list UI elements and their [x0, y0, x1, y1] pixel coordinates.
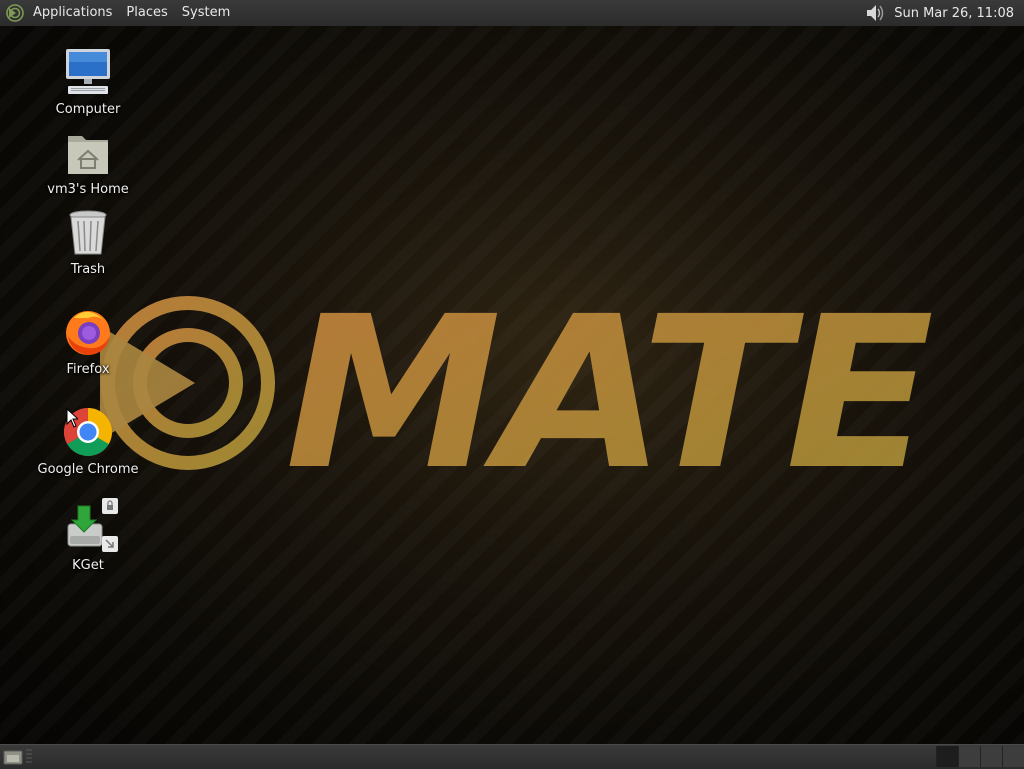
- workspace-4[interactable]: [1002, 746, 1024, 767]
- kget-icon: [67, 498, 118, 552]
- desktop-icon-label: vm3's Home: [47, 182, 129, 197]
- desktop-icon-google-chrome[interactable]: Google Chrome: [28, 406, 148, 477]
- desktop-icon-home[interactable]: vm3's Home: [28, 128, 148, 197]
- mate-logo-wallpaper: MATE: [100, 271, 936, 516]
- system-menu[interactable]: System: [175, 0, 237, 26]
- applications-menu[interactable]: Applications: [26, 0, 119, 26]
- desktop-icon-label: Trash: [70, 262, 106, 277]
- firefox-icon: [66, 311, 110, 355]
- places-menu[interactable]: Places: [119, 0, 174, 26]
- trash-icon: [69, 210, 107, 255]
- show-desktop-icon[interactable]: [2, 748, 24, 766]
- bottom-panel: [0, 744, 1024, 769]
- desktop[interactable]: MATE Computer vm3's Home Trash Firefox G…: [0, 26, 1024, 744]
- volume-icon[interactable]: [864, 3, 886, 23]
- desktop-icon-label: Firefox: [66, 362, 110, 377]
- desktop-icon-firefox[interactable]: Firefox: [28, 306, 148, 377]
- wallpaper-text: MATE: [285, 271, 932, 516]
- desktop-icon-label: KGet: [72, 558, 104, 573]
- workspace-3[interactable]: [980, 746, 1002, 767]
- clock[interactable]: Sun Mar 26, 11:08: [894, 6, 1024, 21]
- desktop-icon-label: Google Chrome: [37, 462, 139, 477]
- workspace-switcher[interactable]: [936, 746, 1024, 768]
- workspace-2[interactable]: [958, 746, 980, 767]
- desktop-icon-label: Computer: [55, 102, 121, 117]
- notification-area: Sun Mar 26, 11:08: [864, 0, 1024, 26]
- home-folder-icon: [68, 136, 108, 174]
- desktop-icon-trash[interactable]: Trash: [28, 208, 148, 277]
- desktop-icon-kget[interactable]: KGet: [28, 496, 148, 573]
- top-panel: Applications Places System Sun Mar 26, 1…: [0, 0, 1024, 27]
- workspace-1[interactable]: [936, 746, 958, 767]
- panel-drag-handle[interactable]: [26, 749, 32, 765]
- mouse-pointer-icon: [66, 408, 78, 428]
- mate-menu-icon[interactable]: [6, 4, 24, 22]
- computer-icon: [66, 49, 110, 94]
- desktop-icon-computer[interactable]: Computer: [28, 46, 148, 117]
